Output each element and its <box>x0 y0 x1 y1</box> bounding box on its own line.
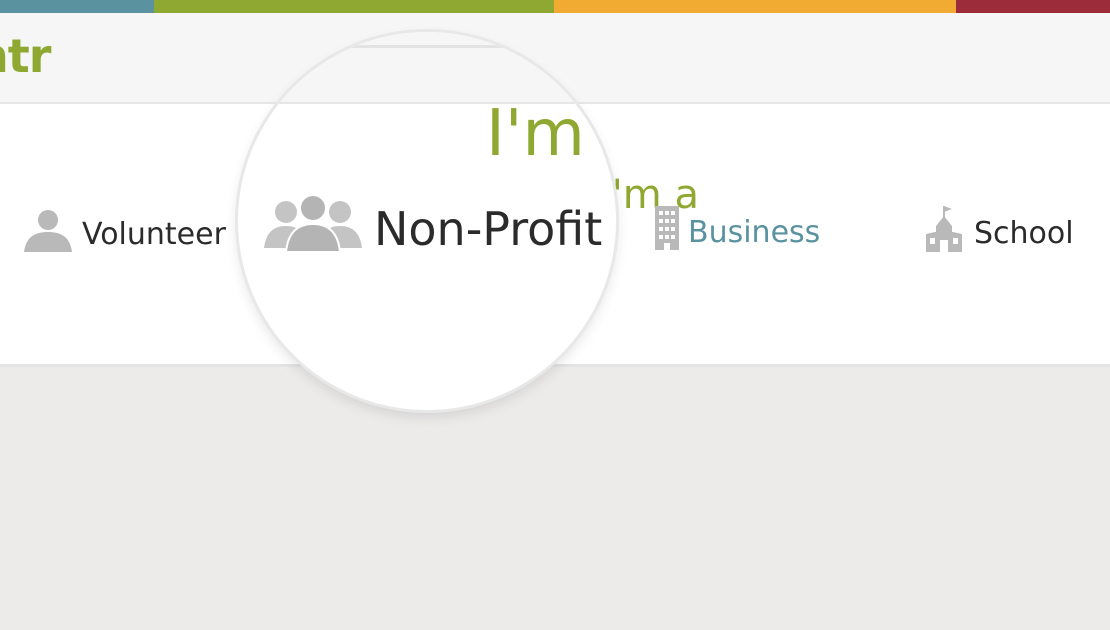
option-business[interactable]: Business <box>654 204 820 260</box>
site-logo[interactable]: ntr <box>0 33 51 79</box>
color-stripe-green <box>154 0 554 13</box>
option-volunteer-label: Volunteer <box>82 216 226 252</box>
option-volunteer[interactable]: Volunteer <box>22 206 226 262</box>
option-non-profit-label: Non-Profit <box>374 201 603 256</box>
option-non-profit[interactable]: Non-Profit <box>264 192 602 265</box>
building-icon <box>654 204 680 260</box>
schoolhouse-icon <box>924 204 966 262</box>
option-business-label: Business <box>688 214 821 250</box>
magnified-divider <box>298 45 598 48</box>
group-icon <box>264 192 362 265</box>
color-stripe-orange <box>554 0 956 13</box>
option-school[interactable]: School <box>924 204 1074 262</box>
person-icon <box>22 206 74 262</box>
magnified-header <box>238 32 616 104</box>
option-school-label: School <box>974 215 1074 251</box>
color-stripe-teal <box>0 0 154 13</box>
magnified-heading: I'm <box>486 97 585 171</box>
magnifier-lens: I'm Non-Profit <box>238 32 616 410</box>
color-stripe-red <box>956 0 1110 13</box>
